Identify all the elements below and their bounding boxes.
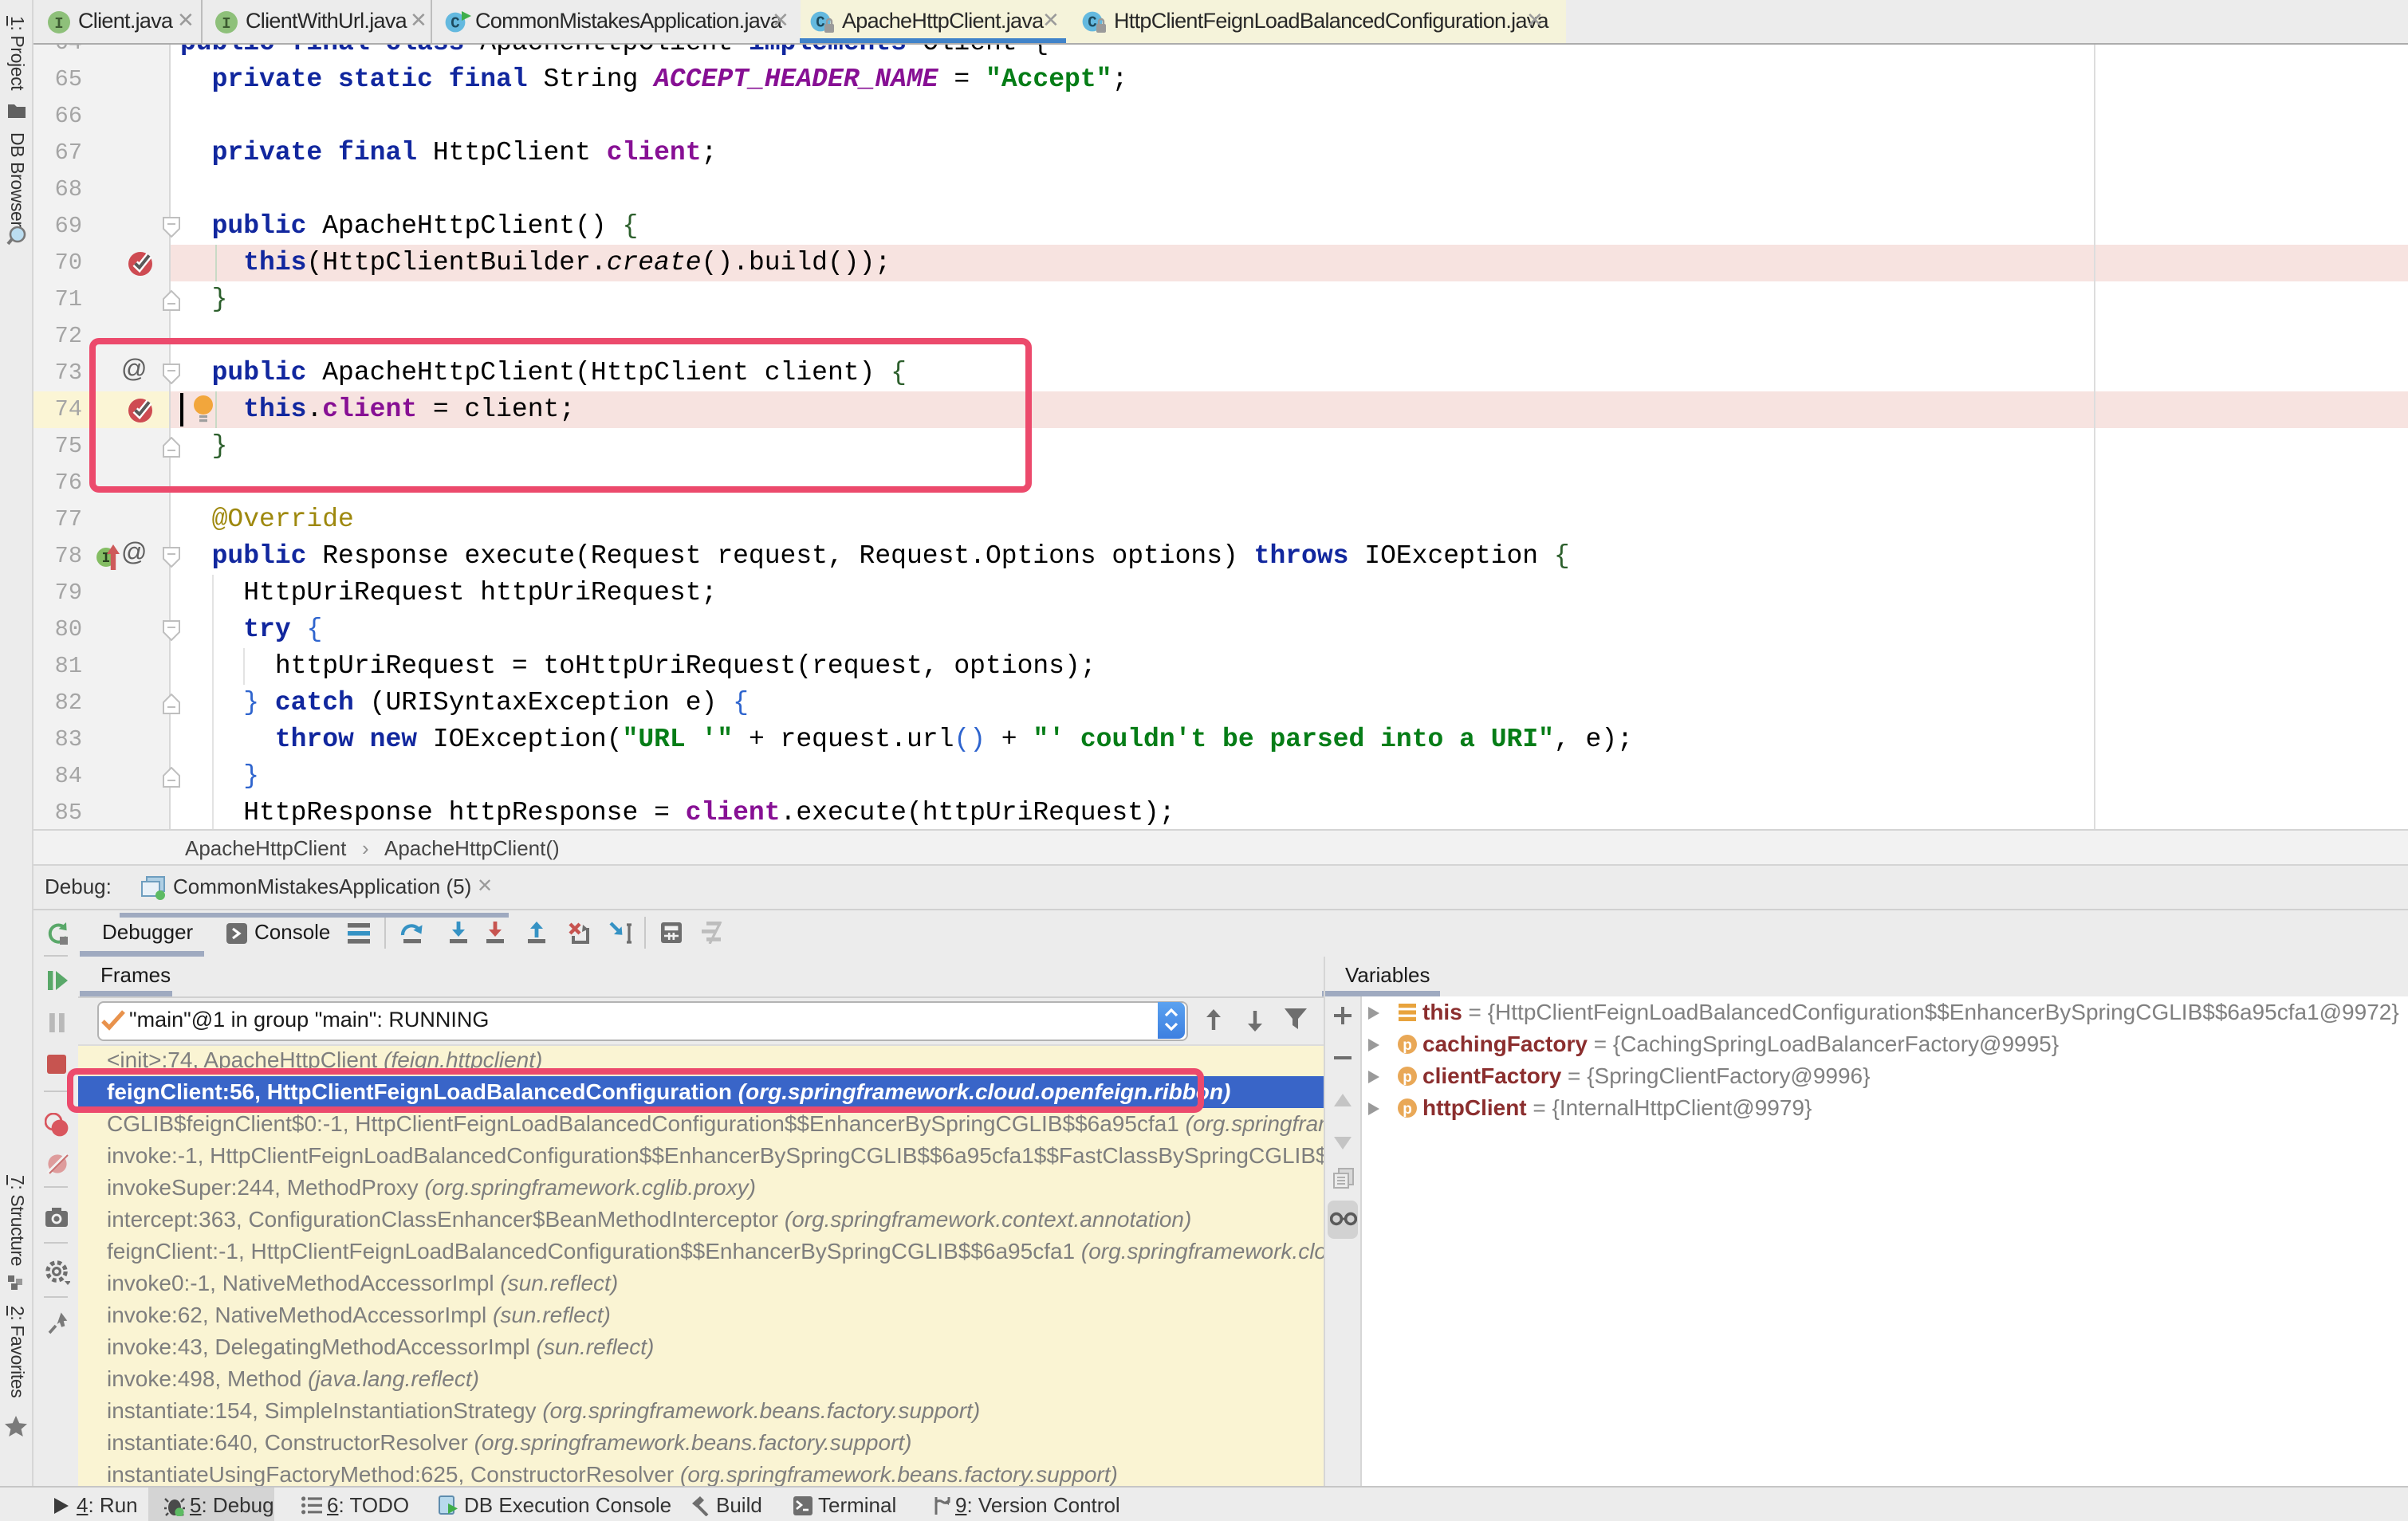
svg-text:I: I (54, 15, 63, 33)
svg-text:C: C (1088, 14, 1096, 32)
svg-text:I: I (222, 15, 230, 33)
svg-text:p: p (1403, 1069, 1412, 1086)
svg-text:C: C (451, 15, 459, 33)
svg-text:p: p (1403, 1037, 1412, 1054)
svg-text:p: p (1403, 1101, 1412, 1118)
svg-text:C: C (816, 14, 824, 32)
